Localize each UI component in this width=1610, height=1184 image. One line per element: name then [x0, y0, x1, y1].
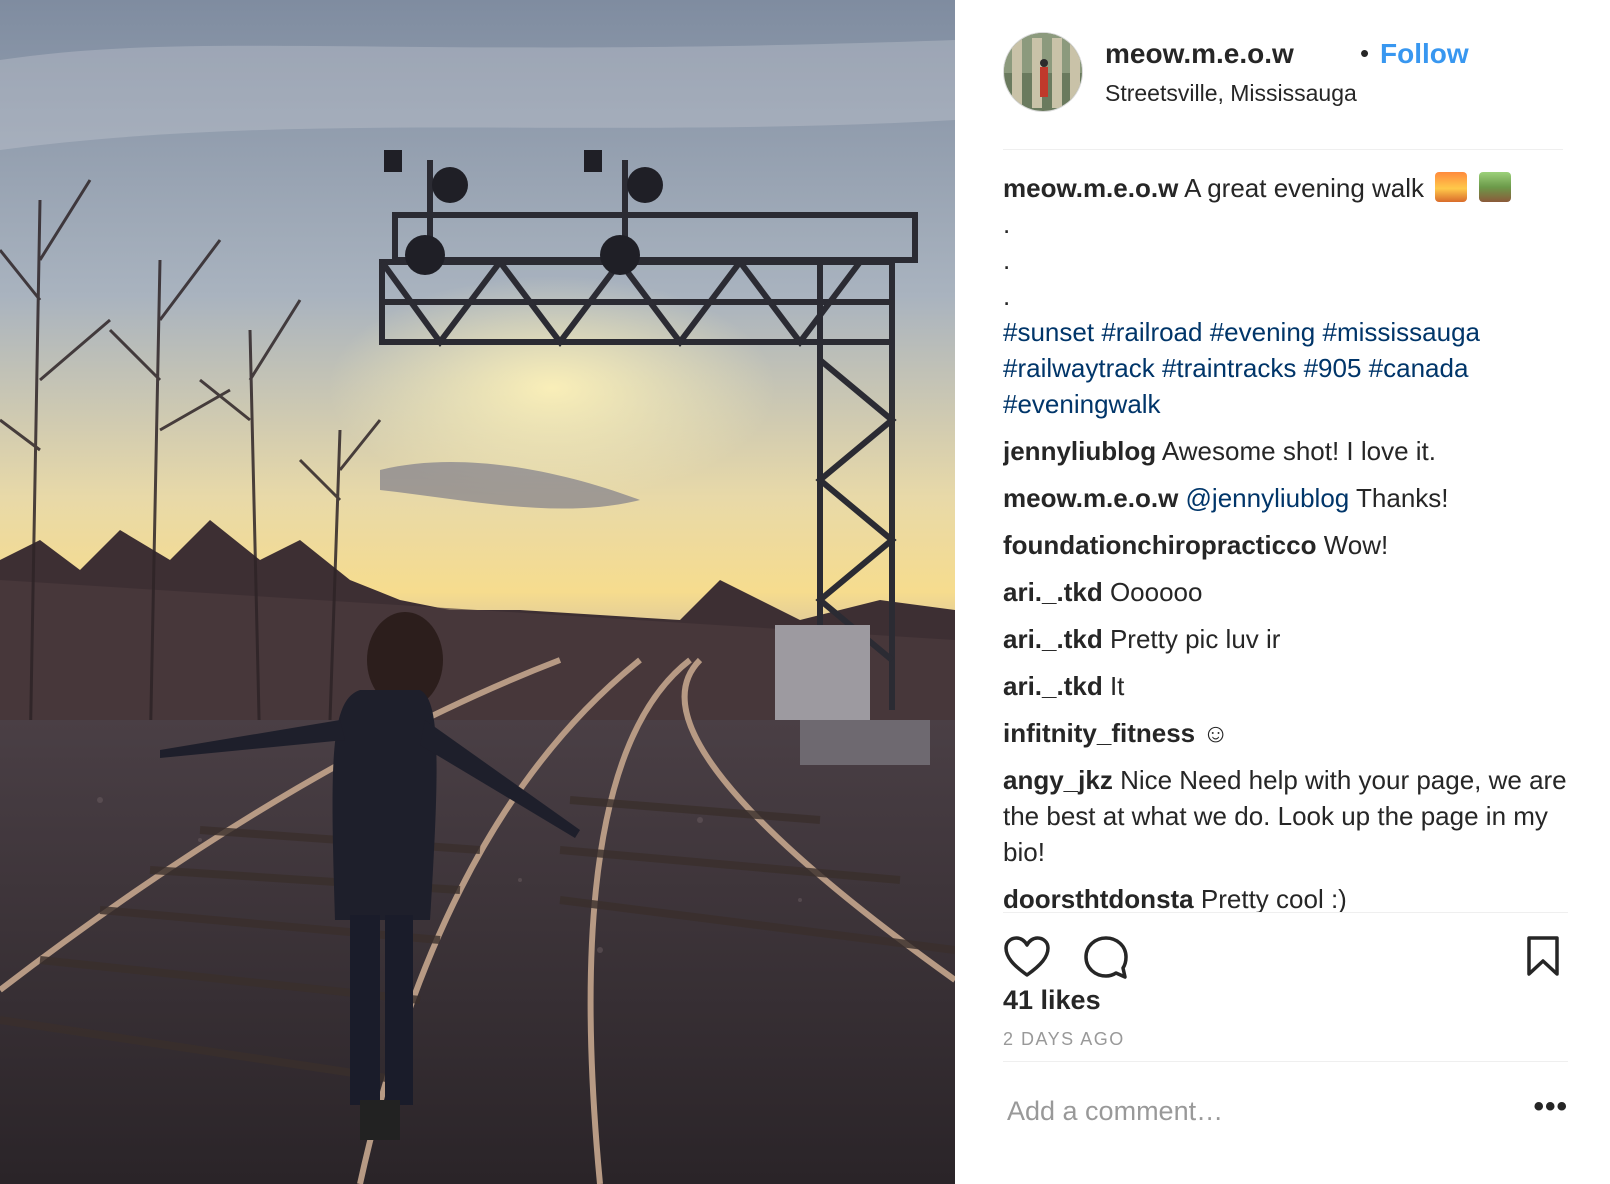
comment-item: foundationchiropracticco Wow! [1003, 527, 1568, 563]
comment-username[interactable]: foundationchiropracticco [1003, 530, 1316, 560]
comment-item: ari._.tkd Oooooo [1003, 574, 1568, 610]
caption-dot: . [1003, 245, 1011, 275]
comments-list[interactable]: meow.m.e.o.w A great evening walk . . . … [1003, 170, 1568, 912]
comment-text: Pretty pic luv ir [1109, 624, 1281, 654]
add-comment-input[interactable]: Add a comment… [1007, 1096, 1223, 1127]
caption-text: A great evening walk [1184, 173, 1425, 203]
hashtag-link[interactable]: #905 [1304, 353, 1362, 383]
avatar-icon [1004, 33, 1082, 111]
photo-image [0, 0, 955, 1184]
hashtag-link[interactable]: #mississauga [1323, 317, 1481, 347]
sunset-emoji [1435, 172, 1468, 202]
comment-icon [1084, 936, 1128, 979]
caption-username[interactable]: meow.m.e.o.w [1003, 173, 1178, 203]
more-options-button[interactable]: ••• [1533, 1090, 1568, 1124]
comment-text: Wow! [1323, 530, 1389, 560]
follow-button[interactable]: Follow [1380, 38, 1469, 70]
comment-item: ari._.tkd Pretty pic luv ir [1003, 621, 1568, 657]
likes-count[interactable]: 41 likes [1003, 985, 1101, 1016]
avatar[interactable] [1003, 32, 1083, 112]
heart-icon [1004, 936, 1050, 977]
comment-mention[interactable]: @jennyliublog [1186, 483, 1350, 513]
comment-text: ☺ [1202, 718, 1229, 748]
post-username[interactable]: meow.m.e.o.w [1105, 38, 1294, 70]
hashtag-link[interactable]: #railwaytrack [1003, 353, 1155, 383]
comment-item: ari._.tkd It [1003, 668, 1568, 704]
post-actions: 41 likes 2 DAYS AGO Add a comment… ••• [1003, 912, 1568, 1154]
comment-username[interactable]: ari._.tkd [1003, 577, 1103, 607]
comment-item: angy_jkz Nice Need help with your page, … [1003, 762, 1568, 870]
railway-track-emoji [1478, 172, 1511, 202]
caption-dot: . [1003, 281, 1011, 311]
comment-username[interactable]: angy_jkz [1003, 765, 1113, 795]
comment-item: doorsthtdonsta Pretty cool :) [1003, 881, 1568, 912]
comment-username[interactable]: meow.m.e.o.w [1003, 483, 1178, 513]
comment-text: Thanks! [1356, 483, 1449, 513]
comment-button[interactable] [1083, 935, 1129, 981]
save-button[interactable] [1526, 935, 1560, 977]
add-comment-bar: Add a comment… ••• [1003, 1061, 1568, 1157]
comment-username[interactable]: jennyliublog [1003, 436, 1156, 466]
comment-item: infitnity_fitness ☺ [1003, 715, 1568, 751]
header-separator: • [1360, 38, 1370, 68]
comment-username[interactable]: ari._.tkd [1003, 671, 1103, 701]
comment-item: meow.m.e.o.w @jennyliublog Thanks! [1003, 480, 1568, 516]
comment-text: Awesome shot! I love it. [1161, 436, 1436, 466]
comment-username[interactable]: ari._.tkd [1003, 624, 1103, 654]
like-button[interactable] [1003, 935, 1051, 979]
post-header: meow.m.e.o.w • Follow Streetsville, Miss… [1003, 32, 1563, 150]
post-photo[interactable] [0, 0, 955, 1184]
comment-item: jennyliublog Awesome shot! I love it. [1003, 433, 1568, 469]
bookmark-icon [1527, 936, 1559, 976]
hashtag-link[interactable]: #traintracks [1162, 353, 1296, 383]
hashtag-link[interactable]: #eveningwalk [1003, 389, 1161, 419]
location-link[interactable]: Streetsville, Mississauga [1105, 80, 1357, 107]
hashtag-link[interactable]: #canada [1369, 353, 1469, 383]
caption: meow.m.e.o.w A great evening walk . . . … [1003, 170, 1568, 422]
comment-username[interactable]: doorsthtdonsta [1003, 884, 1194, 912]
post-timestamp: 2 DAYS AGO [1003, 1029, 1125, 1049]
post-side-panel: meow.m.e.o.w • Follow Streetsville, Miss… [955, 0, 1610, 1184]
hashtag-link[interactable]: #sunset [1003, 317, 1094, 347]
caption-dot: . [1003, 209, 1011, 239]
hashtag-link[interactable]: #evening [1210, 317, 1316, 347]
hashtag-link[interactable]: #railroad [1101, 317, 1202, 347]
comment-text: Pretty cool :) [1200, 884, 1347, 912]
comment-text: Oooooo [1109, 577, 1203, 607]
comment-text: It [1109, 671, 1125, 701]
comment-username[interactable]: infitnity_fitness [1003, 718, 1195, 748]
